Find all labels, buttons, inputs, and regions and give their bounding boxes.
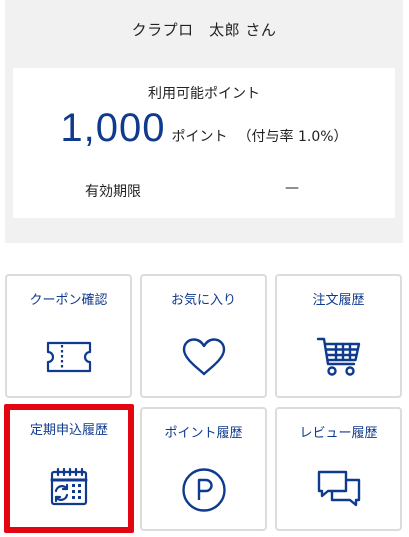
favorites-tile[interactable]: お気に入り (140, 274, 267, 398)
expiry-label: 有効期限 (85, 184, 141, 200)
chat-bubbles-icon (314, 467, 364, 513)
subscription-history-tile-label: 定期申込履歴 (29, 423, 108, 438)
point-history-tile-label: ポイント履歴 (164, 426, 243, 441)
member-summary-panel: クラプロ 太郎 さん 利用可能ポイント 1,000 ポイント （付与率 1.0%… (5, 0, 403, 243)
point-p-icon (179, 467, 229, 513)
point-history-tile[interactable]: ポイント履歴 (140, 407, 267, 531)
member-name: クラプロ 太郎 さん (131, 21, 277, 39)
points-value: 1,000 (60, 106, 166, 150)
favorites-tile-label: お気に入り (170, 293, 236, 308)
calendar-repeat-icon (44, 464, 94, 510)
points-unit: ポイント (171, 129, 228, 145)
review-history-tile-label: レビュー履歴 (299, 426, 378, 441)
coupon-icon (44, 334, 94, 380)
points-row: 1,000 ポイント （付与率 1.0%） (13, 106, 395, 151)
available-points-label: 利用可能ポイント (148, 86, 260, 102)
expiry-value: — (285, 180, 299, 196)
review-history-tile[interactable]: レビュー履歴 (275, 407, 402, 531)
order-history-tile[interactable]: 注文履歴 (275, 274, 402, 398)
order-history-tile-label: 注文履歴 (312, 293, 365, 308)
subscription-history-tile[interactable]: 定期申込履歴 (4, 404, 134, 533)
points-rate: （付与率 1.0%） (237, 129, 348, 145)
heart-icon (179, 334, 229, 380)
cart-icon (314, 334, 364, 380)
coupon-tile-label: クーポン確認 (29, 293, 108, 308)
coupon-tile[interactable]: クーポン確認 (5, 274, 132, 398)
points-card: 利用可能ポイント 1,000 ポイント （付与率 1.0%） 有効期限 — (13, 68, 395, 218)
